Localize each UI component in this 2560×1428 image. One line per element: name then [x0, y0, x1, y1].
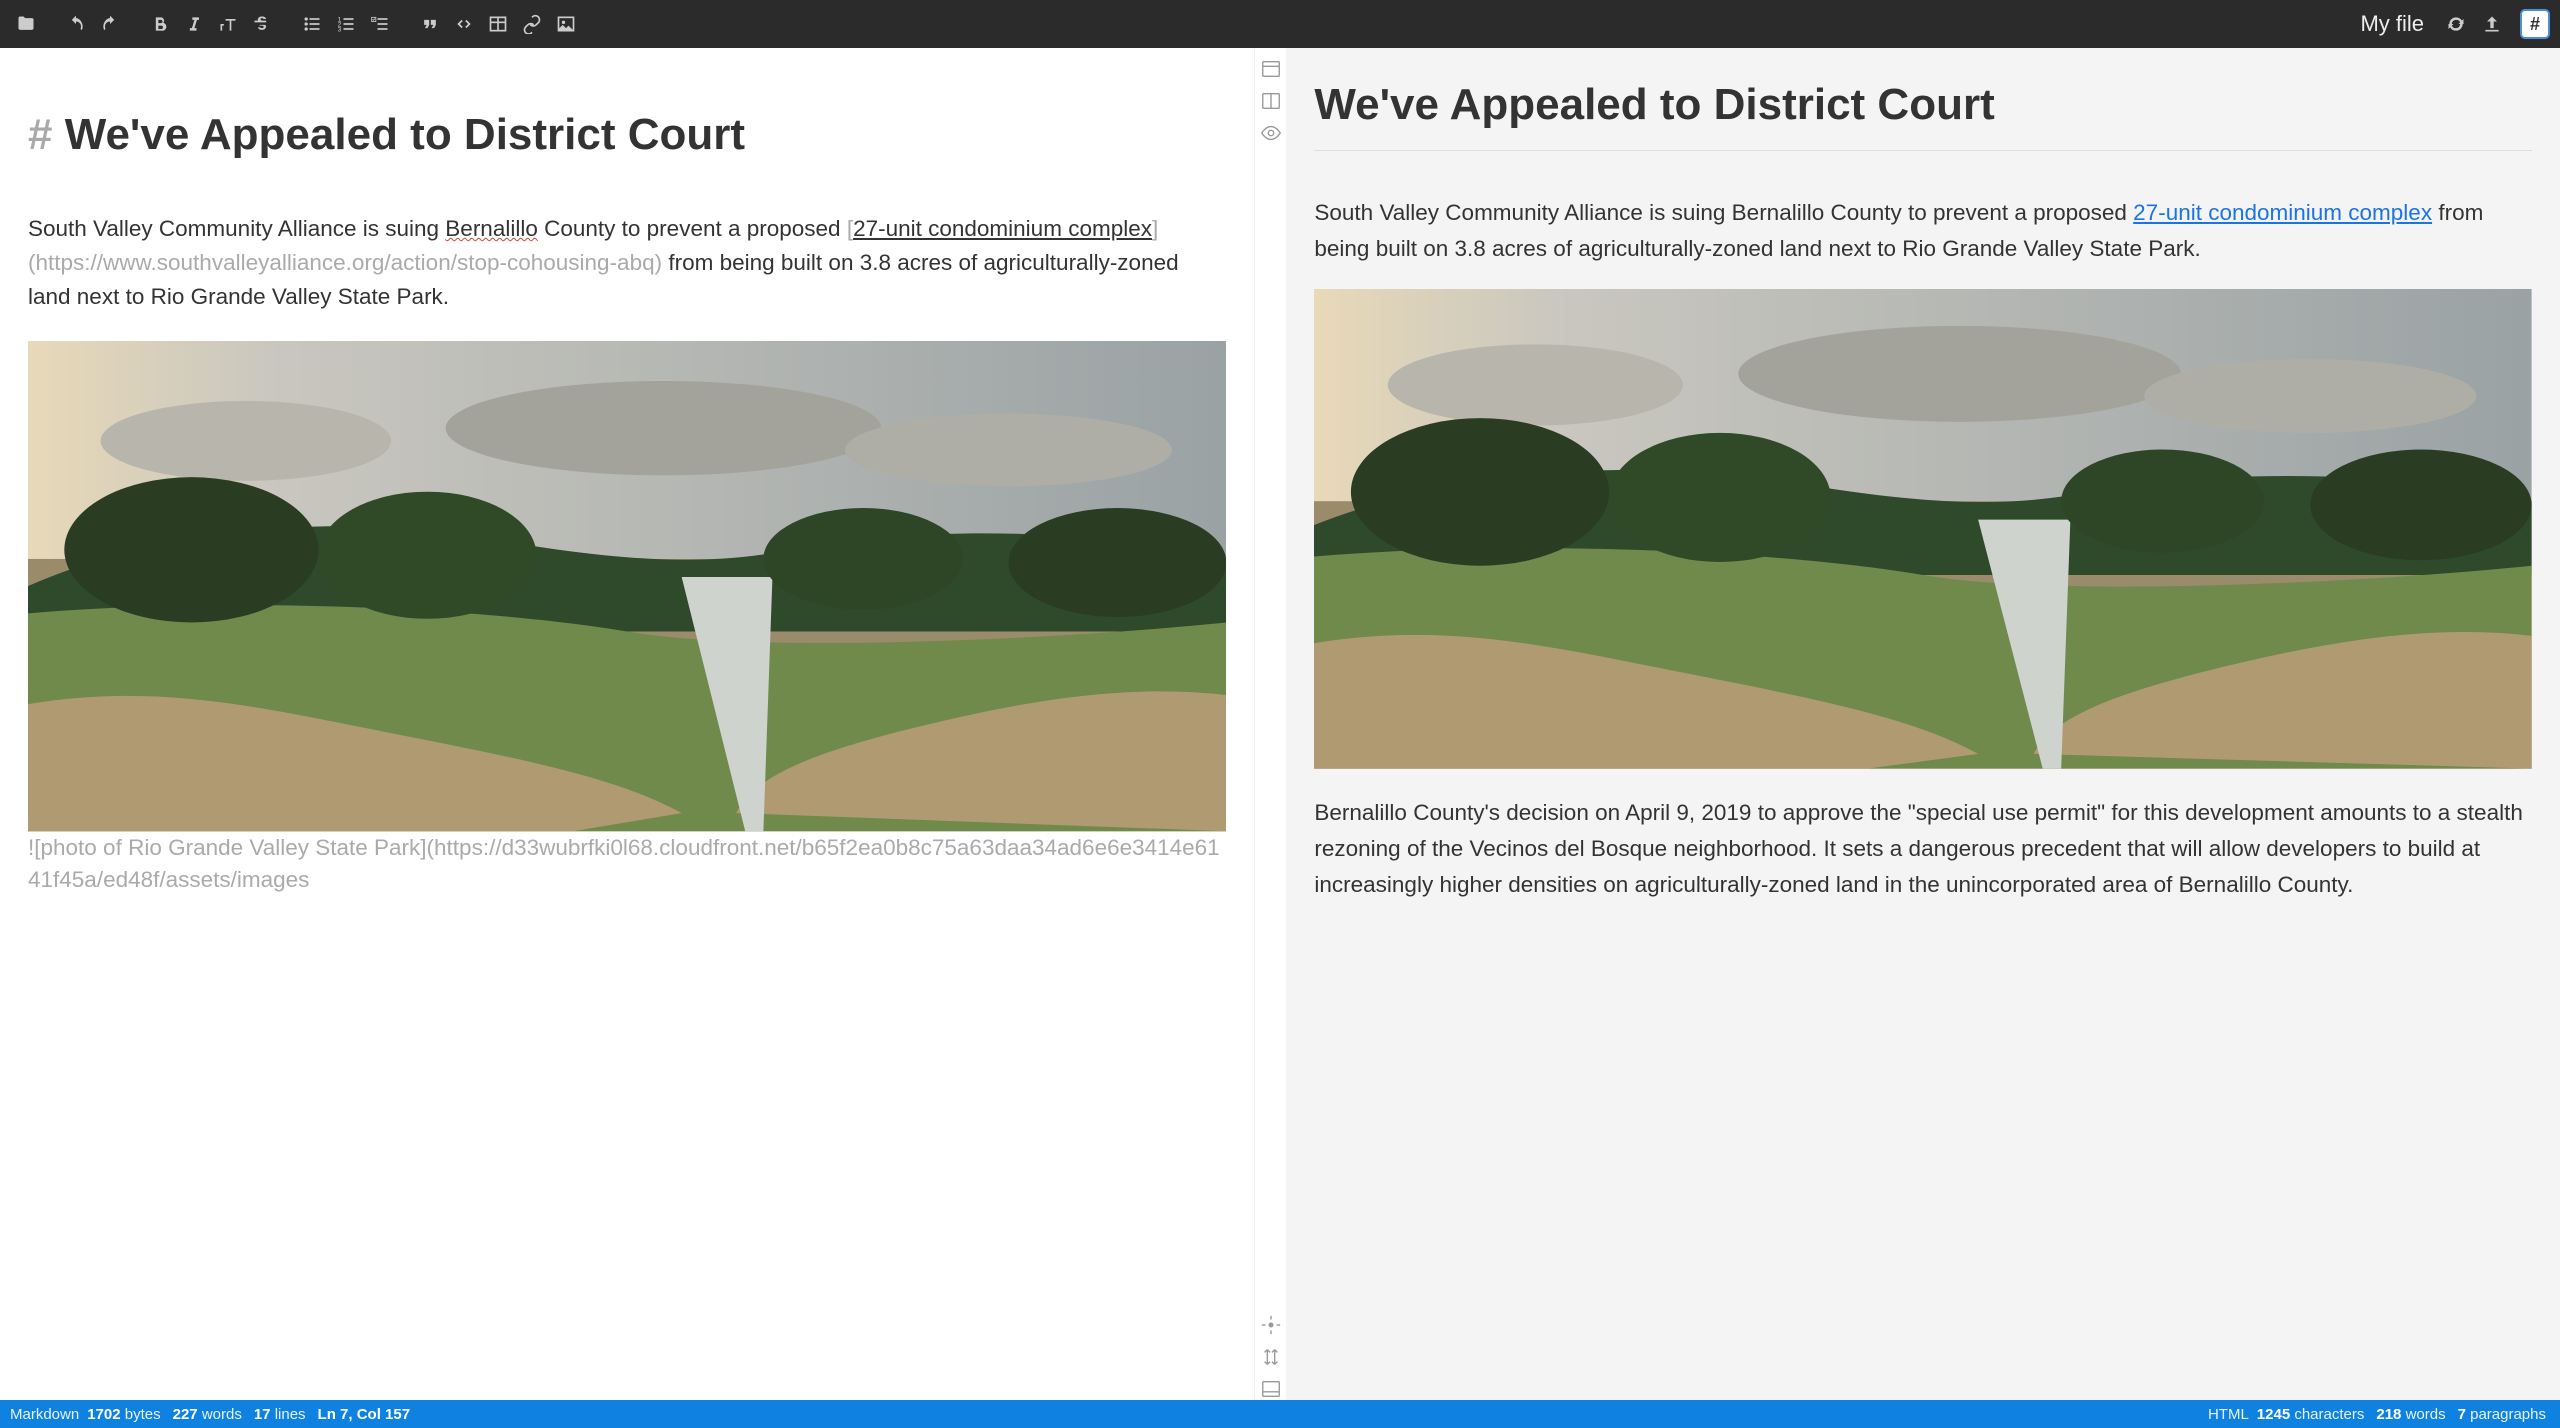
- status-right: HTML 1245 characters 218 words 7 paragra…: [2208, 1406, 2550, 1423]
- ordered-list-icon[interactable]: 123: [330, 8, 362, 40]
- status-mode-left: Markdown: [10, 1406, 79, 1423]
- layout-split-icon[interactable]: [1260, 90, 1282, 112]
- preview-image: [1314, 289, 2532, 769]
- upload-icon[interactable]: [2476, 8, 2508, 40]
- editor-paragraph-1: South Valley Community Alliance is suing…: [28, 212, 1226, 313]
- eye-icon[interactable]: [1260, 122, 1282, 144]
- code-icon[interactable]: [448, 8, 480, 40]
- heading-marker: #: [28, 110, 65, 159]
- strikethrough-icon[interactable]: [246, 8, 278, 40]
- table-icon[interactable]: [482, 8, 514, 40]
- preview-paragraph-1: South Valley Community Alliance is suing…: [1314, 195, 2532, 267]
- preview-pane: We've Appealed to District Court South V…: [1286, 48, 2560, 1400]
- sync-scroll-icon[interactable]: [1260, 1346, 1282, 1368]
- toolbar: 123 My file #: [0, 0, 2560, 48]
- editor-image-markdown: ![photo of Rio Grande Valley State Park]…: [28, 832, 1226, 897]
- cursor-position: Ln 7, Col 157: [318, 1406, 411, 1423]
- app-logo-icon[interactable]: #: [2520, 9, 2550, 39]
- heading-icon[interactable]: [212, 8, 244, 40]
- preview-hr: [1314, 150, 2532, 151]
- status-left: Markdown 1702 bytes 227 words 17 lines L…: [10, 1406, 410, 1423]
- heading-text: We've Appealed to District Court: [65, 110, 745, 159]
- status-mode-right: HTML: [2208, 1406, 2249, 1423]
- file-name: My file: [2360, 11, 2424, 37]
- editor-image: [28, 341, 1226, 831]
- svg-text:3: 3: [338, 27, 342, 34]
- editor-link-text: 27-unit condominium complex: [853, 216, 1152, 241]
- redo-icon[interactable]: [94, 8, 126, 40]
- preview-link[interactable]: 27-unit condominium complex: [2133, 200, 2432, 225]
- view-gutter: [1254, 48, 1286, 1400]
- bold-icon[interactable]: [144, 8, 176, 40]
- focus-icon[interactable]: [1260, 1314, 1282, 1336]
- link-icon[interactable]: [516, 8, 548, 40]
- folder-icon[interactable]: [10, 8, 42, 40]
- main-area: # We've Appealed to District Court South…: [0, 48, 2560, 1400]
- preview-paragraph-2: Bernalillo County's decision on April 9,…: [1314, 795, 2532, 903]
- unordered-list-icon[interactable]: [296, 8, 328, 40]
- editor-pane[interactable]: # We've Appealed to District Court South…: [0, 48, 1254, 1400]
- spellcheck-word: Bernalillo: [445, 216, 538, 241]
- checklist-icon[interactable]: [364, 8, 396, 40]
- layout-bottom-icon[interactable]: [1260, 1378, 1282, 1400]
- status-bar: Markdown 1702 bytes 227 words 17 lines L…: [0, 1400, 2560, 1428]
- sync-icon[interactable]: [2440, 8, 2472, 40]
- preview-heading: We've Appealed to District Court: [1314, 70, 2532, 140]
- italic-icon[interactable]: [178, 8, 210, 40]
- undo-icon[interactable]: [60, 8, 92, 40]
- layout-top-icon[interactable]: [1260, 58, 1282, 80]
- editor-link-url: (https://www.southvalleyalliance.org/act…: [28, 250, 662, 275]
- editor-heading: # We've Appealed to District Court: [28, 102, 1226, 168]
- image-icon[interactable]: [550, 8, 582, 40]
- quote-icon[interactable]: [414, 8, 446, 40]
